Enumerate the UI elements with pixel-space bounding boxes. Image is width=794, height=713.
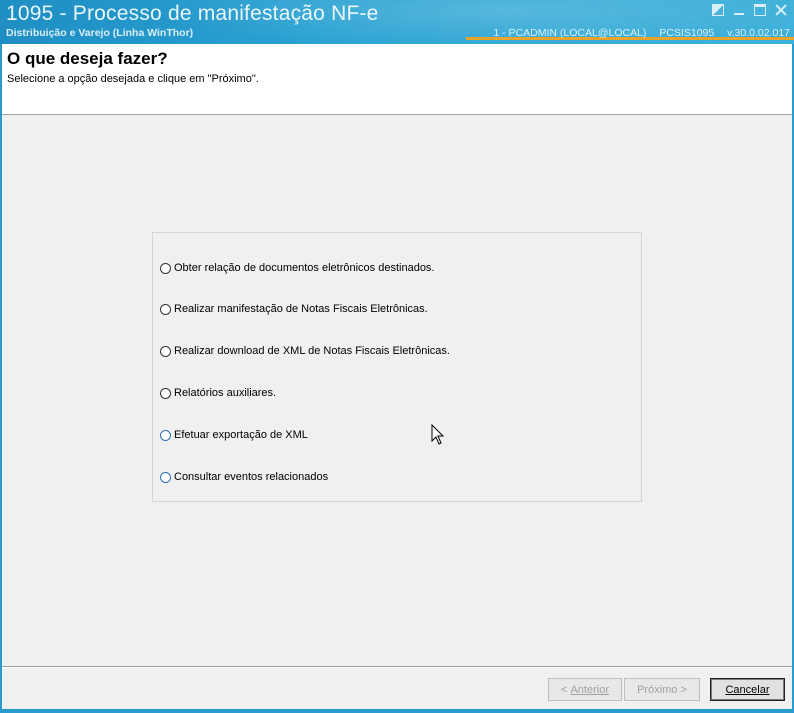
footer-divider-highlight (2, 667, 792, 668)
minimize-icon[interactable] (732, 3, 746, 17)
window-subtitle: Distribuição e Varejo (Linha WinThor) (6, 27, 194, 39)
window-controls (712, 3, 788, 17)
radio-button[interactable] (160, 345, 171, 357)
cancel-button[interactable]: Cancelar (710, 678, 785, 701)
wizard-header: O que deseja fazer? Selecione a opção de… (2, 44, 792, 115)
next-label: Próximo (637, 683, 678, 696)
option-relatorios-auxiliares[interactable]: Relatórios auxiliares. (160, 384, 276, 402)
option-label: Efetuar exportação de XML (174, 429, 308, 441)
options-group: Obter relação de documentos eletrônicos … (152, 232, 642, 502)
option-realizar-manifestacao[interactable]: Realizar manifestação de Notas Fiscais E… (160, 300, 428, 318)
option-label: Realizar manifestação de Notas Fiscais E… (174, 303, 428, 315)
cancel-label: Cancelar (725, 683, 770, 696)
option-exportacao-xml[interactable]: Efetuar exportação de XML (160, 426, 308, 444)
back-button[interactable]: < Anterior (548, 678, 622, 701)
routine-code: PCSIS1095 (659, 27, 715, 39)
session-info: 1 - PCADMIN (LOCAL@LOCAL) PCSIS1095 v.30… (483, 27, 790, 39)
maximize-icon[interactable] (754, 4, 766, 16)
radio-button[interactable] (160, 429, 171, 441)
version-info: v.30.0.02.017 (727, 27, 790, 39)
option-label: Obter relação de documentos eletrônicos … (174, 262, 435, 274)
back-prefix: < (560, 683, 571, 696)
window-title: 1095 - Processo de manifestação NF-e (6, 2, 379, 25)
title-bar[interactable]: 1095 - Processo de manifestação NF-e Dis… (0, 0, 794, 44)
option-label: Consultar eventos relacionados (174, 471, 329, 483)
back-label: Anterior (570, 683, 609, 696)
option-label: Relatórios auxiliares. (174, 387, 277, 399)
page-title: O que deseja fazer? (7, 49, 168, 68)
close-icon[interactable] (774, 3, 788, 17)
option-label: Realizar download de XML de Notas Fiscai… (174, 345, 450, 357)
radio-button[interactable] (160, 303, 171, 315)
option-consultar-eventos[interactable]: Consultar eventos relacionados (160, 468, 328, 486)
wizard-content: O que deseja fazer? Selecione a opção de… (2, 44, 792, 709)
option-download-xml[interactable]: Realizar download de XML de Notas Fiscai… (160, 342, 450, 360)
user-info: 1 - PCADMIN (LOCAL@LOCAL) (493, 27, 647, 39)
next-button[interactable]: Próximo > (624, 678, 700, 701)
window-bottom-border (0, 709, 794, 713)
radio-button[interactable] (160, 387, 171, 399)
radio-button[interactable] (160, 471, 171, 483)
radio-button[interactable] (160, 262, 171, 274)
option-obter-relacao[interactable]: Obter relação de documentos eletrônicos … (160, 259, 435, 277)
page-subtitle: Selecione a opção desejada e clique em "… (7, 73, 259, 85)
snap-icon[interactable] (712, 4, 724, 16)
next-suffix: > (677, 683, 687, 696)
mouse-cursor-icon (431, 424, 445, 445)
